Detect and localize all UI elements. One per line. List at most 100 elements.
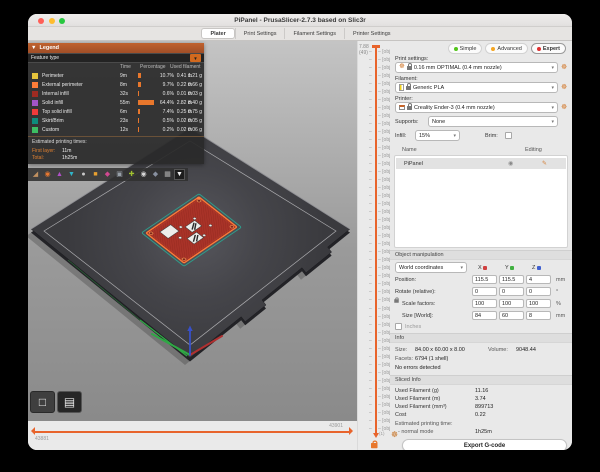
- y-value-field[interactable]: 115.5: [499, 275, 524, 284]
- manipulation-row: Scale factors: 100 100 100 %: [390, 299, 572, 309]
- object-row[interactable]: PiPanel ◉ ✎: [396, 158, 566, 169]
- supports-select[interactable]: None ▾: [428, 116, 558, 127]
- tab[interactable]: Plater: [201, 28, 234, 39]
- size-label: Size:: [395, 347, 407, 353]
- inches-label: Inches: [405, 324, 421, 330]
- x-value-field[interactable]: 0: [472, 287, 497, 296]
- z-value-field[interactable]: 4: [526, 275, 551, 284]
- mode-button[interactable]: Advanced: [485, 43, 527, 54]
- layer-tick: – [object Object]: [358, 160, 391, 168]
- legend-row[interactable]: Skirt/Brim 23s 0.5% 0.02 m 0.05 g: [28, 116, 204, 125]
- gcode-toolbar-icon[interactable]: ▣: [114, 169, 125, 180]
- col-time: Time: [120, 64, 131, 70]
- gcode-toolbar-icon[interactable]: ■: [90, 169, 101, 180]
- coordinates-select[interactable]: World coordinates ▾: [395, 262, 467, 273]
- tab-label: Print Settings: [244, 31, 277, 37]
- layer-tick: – [object Object]: [358, 377, 391, 385]
- eye-icon[interactable]: ◉: [508, 160, 513, 167]
- gcode-toolbar-icon[interactable]: ◆: [150, 169, 161, 180]
- manipulation-row-label: Position:: [395, 277, 416, 283]
- close-button[interactable]: [38, 18, 44, 24]
- printer-select[interactable]: Creality Ender-3 (0.4 mm nozzle) ▾: [395, 102, 558, 113]
- preview-view-button[interactable]: ▤: [57, 391, 82, 413]
- move-slider-right-handle[interactable]: [349, 427, 353, 435]
- chevron-down-icon: ▾: [551, 105, 554, 111]
- tab[interactable]: Filament Settings: [284, 28, 344, 39]
- printer-gear-button[interactable]: ☸: [561, 104, 567, 111]
- printing-times-title: Estimated printing times:: [32, 139, 200, 145]
- filter-button[interactable]: ▼: [190, 54, 201, 62]
- feature-name: Perimeter: [42, 73, 64, 79]
- gcode-toolbar-icon[interactable]: ●: [78, 169, 89, 180]
- gear-icon: ☸: [399, 64, 405, 71]
- y-value-field[interactable]: 0: [499, 287, 524, 296]
- gcode-toolbar-icon[interactable]: ✚: [126, 169, 137, 180]
- layer-tick: – [object Object]: [358, 337, 391, 345]
- chevron-down-icon: ▾: [551, 65, 554, 71]
- feature-percentage: 0.2%: [156, 127, 174, 133]
- layer-tick: – [object Object]: [358, 409, 391, 417]
- layer-tick: – [object Object]: [358, 152, 391, 160]
- zoom-button[interactable]: [59, 18, 65, 24]
- filament-select[interactable]: Generic PLA ▾: [395, 82, 558, 93]
- uniform-scale-lock-icon[interactable]: [394, 299, 399, 303]
- legend-row[interactable]: Solid infill 55m 64.4% 2.82 m 8.40 g: [28, 98, 204, 107]
- z-value-field[interactable]: 0: [526, 287, 551, 296]
- mode-button[interactable]: Expert: [531, 43, 566, 54]
- filament-value: Generic PLA: [413, 85, 444, 91]
- x-value-field[interactable]: 84: [472, 311, 497, 320]
- legend-row[interactable]: External perimeter 8m 9.7% 0.22 m 0.66 g: [28, 80, 204, 89]
- layer-tick: – [object Object]: [358, 313, 391, 321]
- x-value-field[interactable]: 115.5: [472, 275, 497, 284]
- lock-icon[interactable]: [371, 443, 378, 448]
- supports-label: Supports:: [395, 119, 419, 125]
- gcode-toolbar-icon[interactable]: ◉: [138, 169, 149, 180]
- inches-checkbox[interactable]: [395, 323, 402, 330]
- z-axis-swatch: [537, 266, 541, 270]
- brim-checkbox[interactable]: [505, 132, 512, 139]
- legend-header[interactable]: ▼ Legend: [28, 43, 204, 53]
- legend-row[interactable]: Top solid infill 6m 7.4% 0.25 m 0.75 g: [28, 107, 204, 116]
- sliced-row-value: 899713: [475, 404, 493, 410]
- layer-slider-bottom-handle[interactable]: [373, 433, 379, 438]
- edit-icon[interactable]: ✎: [542, 160, 547, 167]
- legend-row[interactable]: Custom 12s 0.2% 0.02 m 0.06 g: [28, 125, 204, 134]
- percentage-bar: [138, 127, 139, 132]
- gcode-toolbar-icon[interactable]: ◆: [102, 169, 113, 180]
- infill-select[interactable]: 15% ▾: [415, 130, 460, 141]
- layer-slider[interactable]: 7.88 (49) – [object Object] – [object Ob…: [357, 41, 390, 450]
- move-slider-track[interactable]: [34, 431, 349, 433]
- filament-gear-button[interactable]: ☸: [561, 84, 567, 91]
- view-type-dropdown[interactable]: Feature type ▼: [28, 53, 204, 63]
- gcode-toolbar-icon[interactable]: ◢: [30, 169, 41, 180]
- layer-tick: – [object Object]: [358, 241, 391, 249]
- gcode-toolbar-icon[interactable]: ▼: [174, 169, 185, 180]
- legend-row[interactable]: Internal infill 32s 0.6% 0.01 m 0.03 g: [28, 89, 204, 98]
- print-settings-select[interactable]: ☸ 0.16 mm OPTIMAL (0.4 mm nozzle) ▾: [395, 62, 558, 73]
- editor-view-button[interactable]: □: [30, 391, 55, 413]
- y-value-field[interactable]: 60: [499, 311, 524, 320]
- z-value-field[interactable]: 8: [526, 311, 551, 320]
- gcode-toolbar-icon[interactable]: ▼: [66, 169, 77, 180]
- x-value-field[interactable]: 100: [472, 299, 497, 308]
- mode-label: Advanced: [497, 46, 521, 52]
- feature-time: 12s: [120, 127, 128, 133]
- tab[interactable]: Printer Settings: [344, 28, 399, 39]
- filament-color-swatch: [399, 84, 404, 91]
- gcode-toolbar-icon[interactable]: ◉: [42, 169, 53, 180]
- first-layer-value: 11m: [62, 148, 71, 154]
- y-value-field[interactable]: 100: [499, 299, 524, 308]
- minimize-button[interactable]: [49, 18, 55, 24]
- gcode-toolbar-icon[interactable]: ▦: [162, 169, 173, 180]
- export-gcode-button[interactable]: Export G-code: [402, 439, 567, 450]
- legend-row[interactable]: Perimeter 9m 10.7% 0.41 m 1.21 g: [28, 71, 204, 80]
- move-slider[interactable]: 43881 43901: [28, 421, 357, 450]
- gcode-toolbar-icon[interactable]: ▲: [54, 169, 65, 180]
- print-settings-gear-button[interactable]: ☸: [561, 64, 567, 71]
- viewport-3d[interactable]: ▼ Legend Feature type ▼ Time Percentage …: [28, 41, 357, 421]
- mode-button[interactable]: Simple: [448, 43, 483, 54]
- chevron-down-icon: ▾: [551, 119, 554, 125]
- sliced-info-row: Cost 0.22: [390, 412, 572, 420]
- z-value-field[interactable]: 100: [526, 299, 551, 308]
- tab[interactable]: Print Settings: [235, 28, 285, 39]
